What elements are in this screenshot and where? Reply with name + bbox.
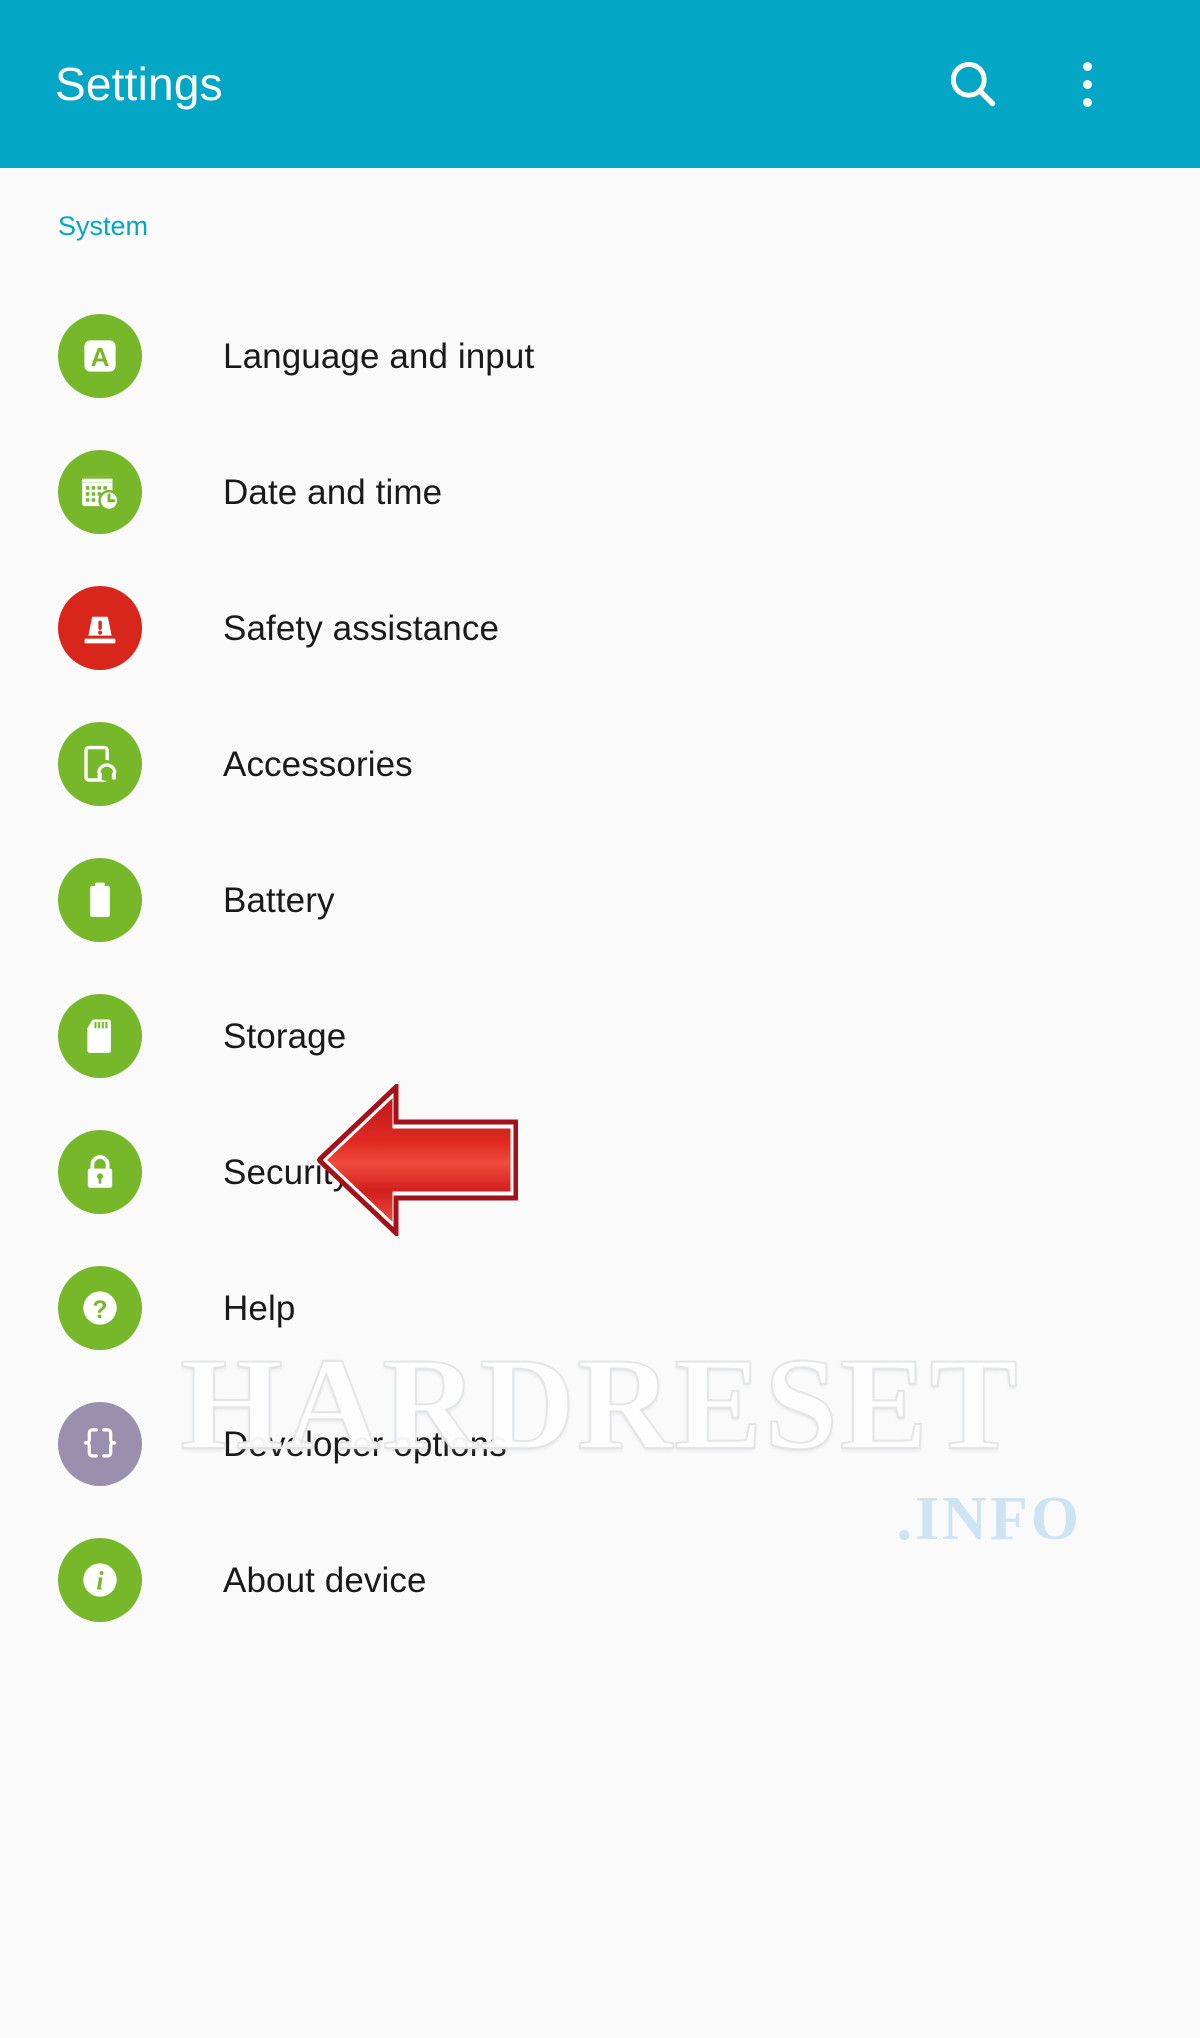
list-item-label: Language and input [223, 336, 535, 376]
list-item-label: Battery [223, 880, 335, 920]
sd-card-icon [58, 994, 142, 1078]
overflow-menu-icon[interactable] [1056, 53, 1118, 115]
list-item-help[interactable]: ? Help [0, 1240, 1200, 1376]
list-item-safety-assistance[interactable]: Safety assistance [0, 560, 1200, 696]
search-icon[interactable] [942, 53, 1004, 115]
list-item-about-device[interactable]: i About device [0, 1512, 1200, 1648]
list-item-label: Developer options [223, 1424, 507, 1464]
app-bar: Settings [0, 0, 1200, 168]
settings-content: System A Language and input Date and tim… [0, 168, 1200, 2038]
page-title: Settings [55, 58, 223, 110]
emergency-siren-icon [58, 586, 142, 670]
question-mark-icon: ? [58, 1266, 142, 1350]
list-item-label: Accessories [223, 744, 413, 784]
curly-braces-icon [58, 1402, 142, 1486]
list-item-label: Date and time [223, 472, 443, 512]
list-item-developer-options[interactable]: Developer options [0, 1376, 1200, 1512]
list-item-language-and-input[interactable]: A Language and input [0, 288, 1200, 424]
list-item-battery[interactable]: Battery [0, 832, 1200, 968]
app-bar-actions [942, 53, 1160, 115]
list-item-label: Help [223, 1288, 296, 1328]
list-item-label: Safety assistance [223, 608, 500, 648]
svg-text:?: ? [92, 1296, 107, 1324]
list-item-storage[interactable]: Storage [0, 968, 1200, 1104]
settings-list: A Language and input Date and time Safet… [0, 288, 1200, 1648]
section-header-system: System [58, 211, 149, 241]
list-item-security[interactable]: Security [0, 1104, 1200, 1240]
lock-icon [58, 1130, 142, 1214]
info-icon: i [58, 1538, 142, 1622]
list-item-label: Storage [223, 1016, 347, 1056]
svg-text:A: A [91, 342, 110, 372]
calendar-clock-icon [58, 450, 142, 534]
list-item-date-and-time[interactable]: Date and time [0, 424, 1200, 560]
battery-icon [58, 858, 142, 942]
svg-text:i: i [96, 1567, 104, 1596]
list-item-label: About device [223, 1560, 427, 1600]
language-input-icon: A [58, 314, 142, 398]
headset-device-icon [58, 722, 142, 806]
list-item-accessories[interactable]: Accessories [0, 696, 1200, 832]
list-item-label: Security [223, 1152, 351, 1192]
